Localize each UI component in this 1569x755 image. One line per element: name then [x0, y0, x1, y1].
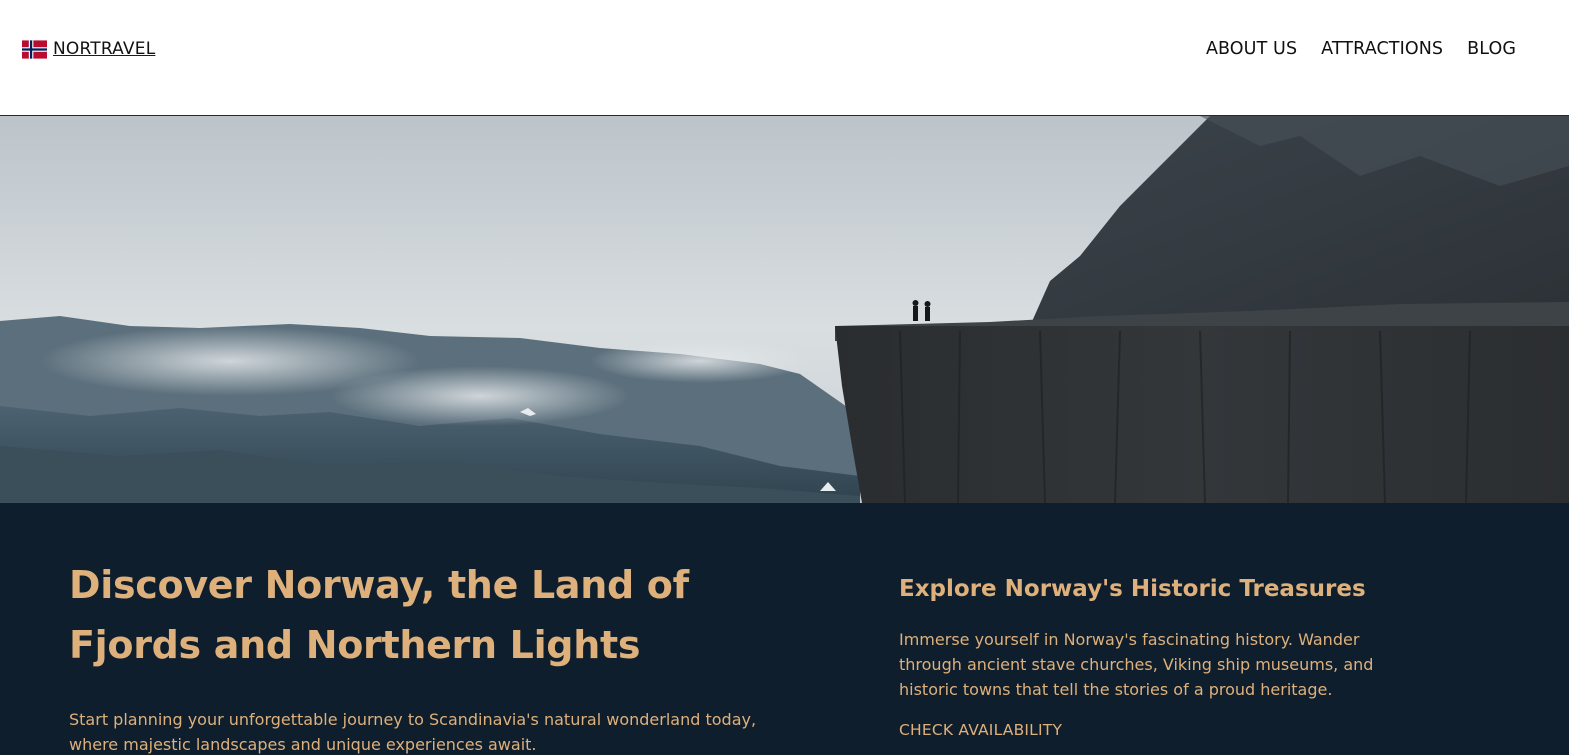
intro-section: Discover Norway, the Land of Fjords and …: [0, 503, 1569, 755]
brand-logo[interactable]: NORTRAVEL: [22, 39, 155, 59]
main-headline: Discover Norway, the Land of Fjords and …: [69, 563, 689, 667]
norway-flag-icon: [22, 39, 47, 59]
hero-image: [0, 116, 1569, 503]
site-header: NORTRAVEL ABOUT US ATTRACTIONS BLOG: [0, 0, 1569, 116]
check-availability-link[interactable]: CHECK AVAILABILITY: [899, 720, 1062, 740]
treasures-text: Immerse yourself in Norway's fascinating…: [899, 630, 1374, 699]
norway-cliff-fjord-photo: [0, 116, 1569, 503]
nav-link-attractions[interactable]: ATTRACTIONS: [1321, 38, 1443, 60]
nav-link-about-us[interactable]: ABOUT US: [1206, 38, 1297, 60]
nav-link-blog[interactable]: BLOG: [1467, 38, 1516, 60]
main-nav: ABOUT US ATTRACTIONS BLOG: [1182, 38, 1516, 60]
intro-lead-text: Start planning your unforgettable journe…: [69, 710, 757, 754]
treasures-title: Explore Norway's Historic Treasures: [899, 576, 1366, 602]
brand-name: NORTRAVEL: [53, 39, 156, 59]
